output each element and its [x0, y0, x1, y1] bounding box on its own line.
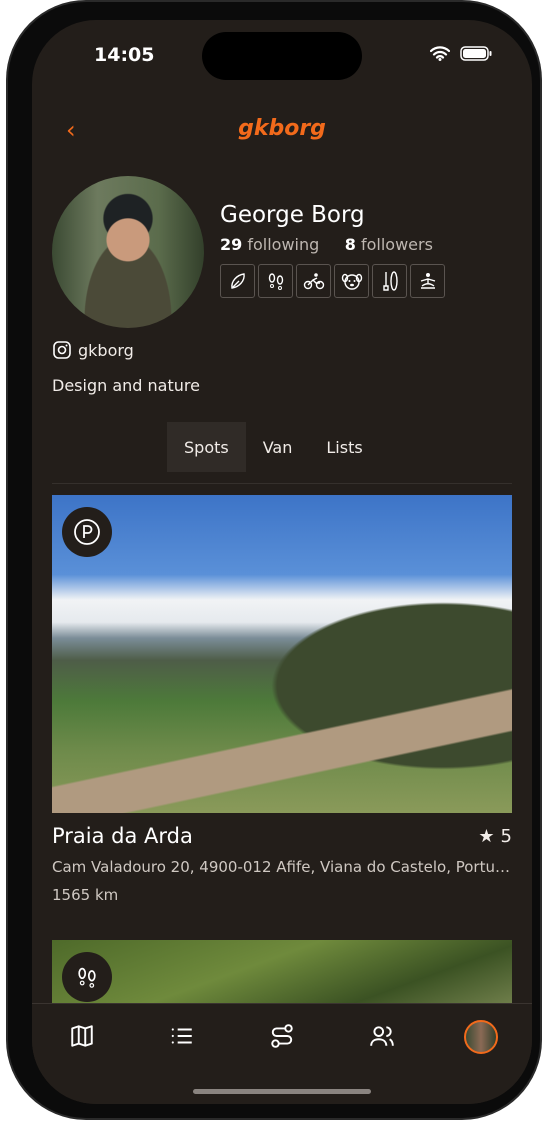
- wifi-icon: [430, 46, 450, 61]
- following-link[interactable]: 29 following: [220, 235, 319, 254]
- yoga-icon: [410, 264, 445, 298]
- tab-lists[interactable]: Lists: [309, 422, 379, 472]
- tab-spots[interactable]: Spots: [167, 422, 246, 472]
- status-time: 14:05: [94, 44, 155, 66]
- rating-value: 5: [500, 826, 512, 847]
- screen: 14:05 ‹ gkborg George Borg 29 following …: [32, 20, 532, 1104]
- profile-name: George Borg: [220, 202, 365, 228]
- hiking-icon: [258, 264, 293, 298]
- parking-icon: [62, 507, 112, 557]
- cycling-icon: [296, 264, 331, 298]
- phone-frame: 14:05 ‹ gkborg George Borg 29 following …: [8, 2, 540, 1118]
- instagram-handle: gkborg: [78, 340, 134, 360]
- profile-bio: Design and nature: [52, 376, 200, 395]
- hiking-icon: [62, 952, 112, 1002]
- activity-badges: [220, 264, 445, 298]
- battery-icon: [460, 46, 492, 61]
- profile-tabs: Spots Van Lists: [167, 422, 380, 472]
- dynamic-island: [202, 32, 362, 80]
- profile-avatar: [52, 176, 204, 328]
- spot-distance: 1565 km: [52, 886, 119, 904]
- followers-link[interactable]: 8 followers: [345, 235, 433, 254]
- instagram-link[interactable]: gkborg: [52, 340, 134, 360]
- nav-profile-avatar[interactable]: [464, 1020, 498, 1054]
- divider: [52, 483, 512, 484]
- paddle-icon: [372, 264, 407, 298]
- pets-icon: [334, 264, 369, 298]
- nav-list-icon[interactable]: [166, 1020, 198, 1052]
- page-title: gkborg: [238, 116, 326, 141]
- spot-title[interactable]: Praia da Arda: [52, 824, 193, 848]
- home-indicator: [193, 1089, 371, 1094]
- instagram-icon: [53, 341, 71, 359]
- spot-rating: ★ 5: [478, 826, 512, 847]
- follow-stats: 29 following 8 followers: [220, 235, 433, 254]
- tab-van[interactable]: Van: [246, 422, 310, 472]
- surf-icon: [220, 264, 255, 298]
- nav-route-icon[interactable]: [266, 1020, 298, 1052]
- nav-map-icon[interactable]: [66, 1020, 98, 1052]
- status-icons: [430, 46, 492, 61]
- spot-address: Cam Valadouro 20, 4900-012 Afife, Viana …: [52, 858, 512, 876]
- spot-card-image[interactable]: [52, 495, 512, 813]
- nav-community-icon[interactable]: [366, 1020, 398, 1052]
- star-icon: ★: [478, 826, 495, 847]
